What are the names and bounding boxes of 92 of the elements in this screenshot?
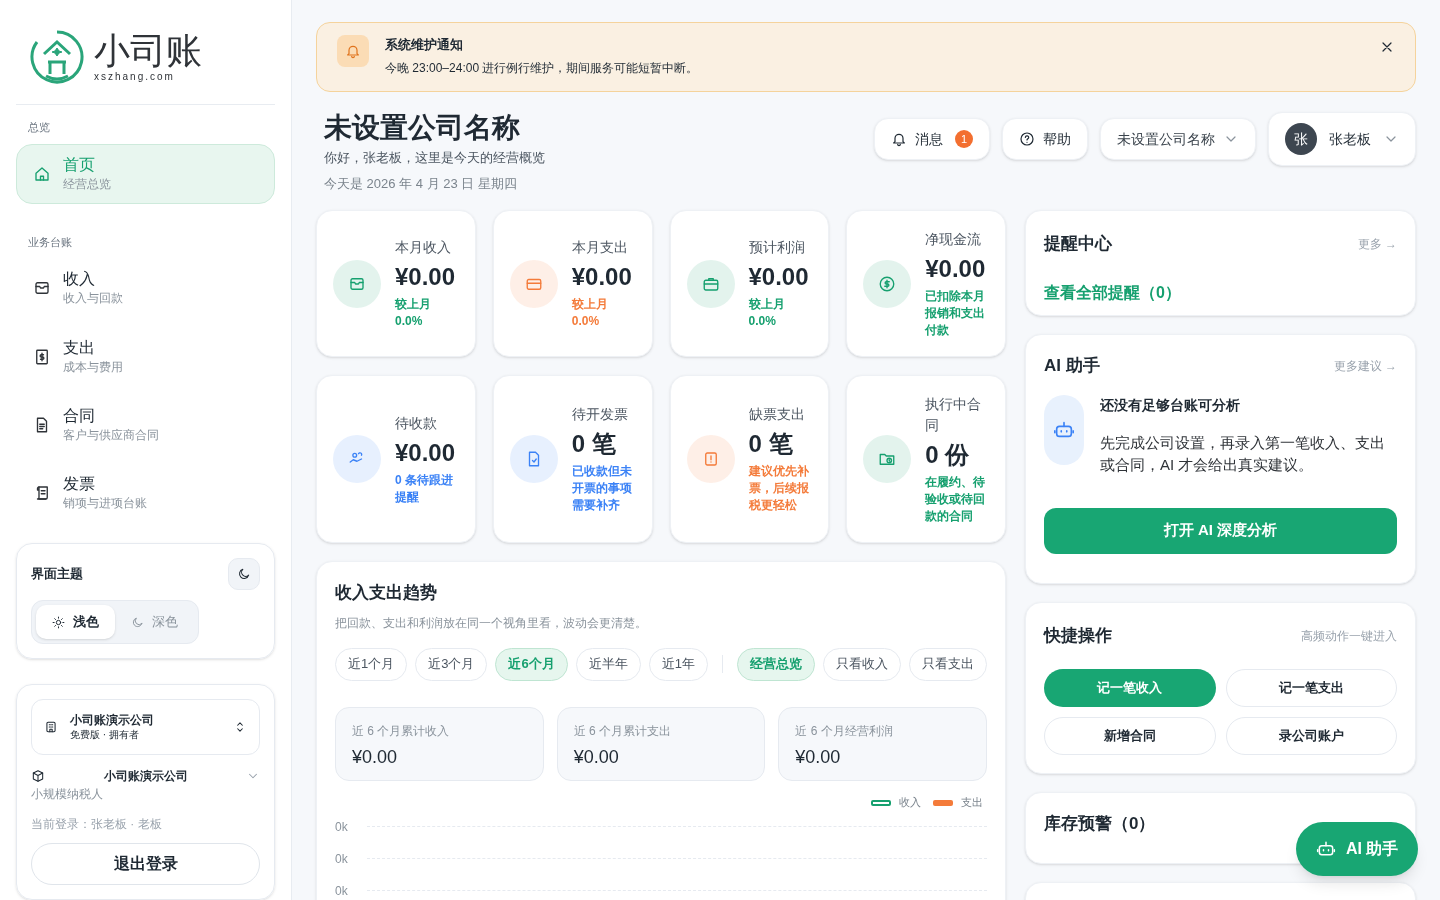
card-hint: 高频动作一键进入 xyxy=(1301,627,1397,645)
notice-text: 今晚 23:00–24:00 进行例行维护，期间服务可能短暂中断。 xyxy=(385,59,700,77)
receipt-icon xyxy=(33,347,51,366)
nav-label: 首页 xyxy=(63,154,96,175)
dollar-icon xyxy=(878,274,897,293)
theme-title: 界面主题 xyxy=(31,565,83,584)
stat-value: 0 笔 xyxy=(571,429,617,459)
axis-label: 0k xyxy=(335,850,349,868)
stat-note: 0 条待跟进提醒 xyxy=(395,471,454,506)
theme-option[interactable]: 浅色 xyxy=(36,605,115,639)
stat-value: ¥0.00 xyxy=(571,262,632,292)
axis-label: 0k xyxy=(335,818,349,836)
nav-item[interactable]: 收入 收入与回款 xyxy=(16,258,275,319)
ai-message: 先完成公司设置，再录入第一笔收入、支出或合同，AI 才会给出真实建议。 xyxy=(1100,432,1386,475)
nav-item[interactable]: 发票 销项与进项台账 xyxy=(16,462,275,523)
stat-note: 已扣除本月报销和支出付款 xyxy=(925,287,987,339)
trend-subtitle: 把回款、支出和利润放在同一个视角里看，波动会更清楚。 xyxy=(335,614,648,632)
help-icon xyxy=(1019,131,1035,147)
card-title: 快捷操作 xyxy=(1044,625,1112,647)
stat-note: 已收款但未开票的事项需要补齐 xyxy=(571,463,633,514)
messages-button[interactable]: 消息 1 xyxy=(874,118,990,160)
logo-icon xyxy=(28,28,86,86)
total-value: ¥0.00 xyxy=(352,745,399,768)
company-select[interactable]: 未设置公司名称 xyxy=(1100,118,1256,160)
sun-icon xyxy=(52,615,65,629)
stat-value: ¥0.00 xyxy=(925,253,987,284)
stat-label: 本月收入 xyxy=(395,238,452,257)
unread-count: 1 xyxy=(955,130,973,148)
user-menu[interactable]: 张 张老板 xyxy=(1268,112,1416,166)
stat-value: ¥0.00 xyxy=(395,262,456,292)
nav-item[interactable]: 支出 成本与费用 xyxy=(16,326,275,387)
page-title: 未设置公司名称 xyxy=(324,111,521,145)
stat-note: 较上月 0.0% xyxy=(395,296,432,330)
stat-value: ¥0.00 xyxy=(748,262,809,292)
nav-sub-label: 收入与回款 xyxy=(63,290,123,308)
stat-value: 0 份 xyxy=(925,439,971,470)
stat-label: 待开发票 xyxy=(571,405,629,424)
stat-note: 在履约、待验收或待回款的合同 xyxy=(925,473,987,525)
nav-sub-label: 成本与费用 xyxy=(63,358,123,376)
stat-label: 预计利润 xyxy=(748,238,806,257)
stat-value: 0 笔 xyxy=(748,429,794,459)
stat-note: 较上月 0.0% xyxy=(748,296,786,330)
total-value: ¥0.00 xyxy=(573,745,620,768)
card-title: 提醒中心 xyxy=(1044,233,1112,255)
greeting: 你好，张老板，这里是今天的经营概览 xyxy=(324,149,545,167)
nav-sub-label: 经营总览 xyxy=(63,175,111,193)
total-label: 近 6 个月累计支出 xyxy=(573,722,672,740)
date-text: 今天是 2026 年 4 月 23 日 星期四 xyxy=(324,174,518,193)
card-title: AI 助手 xyxy=(1044,355,1100,377)
section-title: 业务台账 xyxy=(27,234,73,250)
stat-label: 执行中合同 xyxy=(925,394,983,435)
section-title: 总览 xyxy=(27,120,51,135)
stat-label: 待收款 xyxy=(395,413,438,433)
nav-sub-label: 客户与供应商合同 xyxy=(63,426,159,444)
company-switcher[interactable]: 小司账演示公司 免费版 · 拥有者 xyxy=(31,699,260,755)
brand-domain: xszhang.com xyxy=(94,71,176,83)
ai-heading: 还没有足够台账可分析 xyxy=(1100,395,1241,415)
nav-label: 支出 xyxy=(63,337,96,358)
stat-label: 净现金流 xyxy=(925,229,983,249)
bell-icon xyxy=(345,43,361,59)
axis-label: 0k xyxy=(335,882,349,900)
stat-label: 本月支出 xyxy=(571,238,629,257)
brand-name: 小司账 xyxy=(94,31,202,71)
robot-icon xyxy=(1316,839,1336,859)
building-icon xyxy=(44,720,58,734)
stat-label: 缺票支出 xyxy=(748,405,806,424)
legend-label: 收入 xyxy=(899,795,921,811)
entity-name: 小司账演示公司 xyxy=(102,768,189,785)
nav-label: 合同 xyxy=(63,405,96,426)
stat-note: 建议优先补票，后续报税更轻松 xyxy=(748,463,810,514)
box-icon xyxy=(31,769,45,783)
bell-icon xyxy=(891,131,907,147)
legend-label: 支出 xyxy=(961,795,983,811)
login-info: 当前登录：张老板 · 老板 xyxy=(31,816,163,833)
taxpayer-type: 小规模纳税人 xyxy=(31,786,104,803)
dark-mode-button[interactable] xyxy=(228,558,260,590)
notice-title: 系统维护通知 xyxy=(385,36,464,54)
nav-item[interactable]: 合同 客户与供应商合同 xyxy=(16,394,275,455)
stat-value: ¥0.00 xyxy=(395,437,457,468)
total-label: 近 6 个月累计收入 xyxy=(352,722,451,740)
nav-sub-label: 销项与进项台账 xyxy=(63,494,147,512)
user-avatar: 张 xyxy=(1285,123,1317,155)
nav-label: 收入 xyxy=(63,269,96,290)
card-title: 库存预警（0） xyxy=(1044,814,1156,833)
nav-label: 发票 xyxy=(63,473,96,494)
trend-title: 收入支出趋势 xyxy=(335,582,438,604)
moon-icon xyxy=(237,567,251,581)
total-label: 近 6 个月经营利润 xyxy=(795,722,894,740)
help-button[interactable]: 帮助 xyxy=(1002,118,1088,160)
moon-icon xyxy=(131,615,144,629)
total-value: ¥0.00 xyxy=(795,745,842,768)
stat-note: 较上月 0.0% xyxy=(571,296,609,330)
